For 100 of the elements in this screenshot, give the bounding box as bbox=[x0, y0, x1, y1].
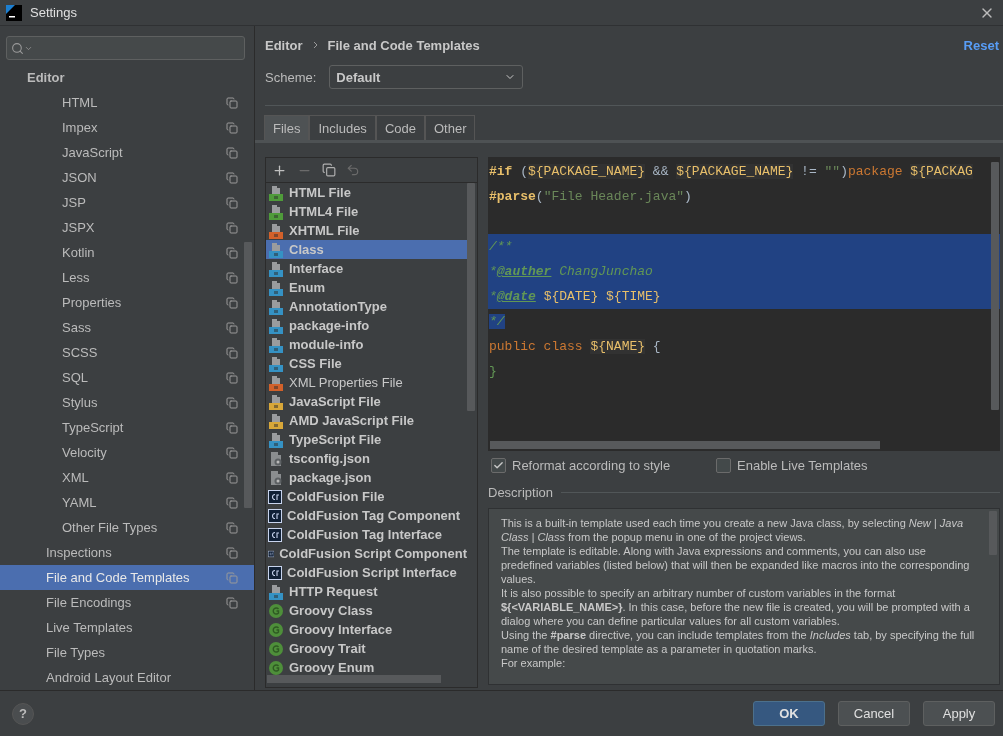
groovy-icon bbox=[268, 621, 284, 638]
template-item[interactable]: HTTP Request bbox=[266, 582, 467, 601]
tab[interactable]: Other bbox=[424, 115, 476, 140]
file-icon bbox=[268, 260, 284, 277]
json-file-icon bbox=[268, 450, 284, 467]
breadcrumb-item[interactable]: Editor bbox=[265, 37, 303, 53]
file-icon bbox=[268, 374, 284, 391]
sidebar-item[interactable]: File and Code Templates bbox=[0, 565, 254, 590]
sidebar-item[interactable]: YAML bbox=[0, 490, 254, 515]
template-item[interactable]: JavaScript File bbox=[266, 392, 467, 411]
template-item[interactable]: ColdFusion Tag Interface bbox=[266, 525, 467, 544]
sidebar-item[interactable]: Other File Types bbox=[0, 515, 254, 540]
template-item[interactable]: Enum bbox=[266, 278, 467, 297]
template-item[interactable]: XHTML File bbox=[266, 221, 467, 240]
file-icon bbox=[268, 203, 284, 220]
dialog-button[interactable]: Apply bbox=[923, 701, 995, 726]
template-item[interactable]: HTML4 File bbox=[266, 202, 467, 221]
chevron-right-icon bbox=[312, 41, 318, 49]
template-item[interactable]: HTML File bbox=[266, 183, 467, 202]
sidebar-item[interactable]: Velocity bbox=[0, 440, 254, 465]
file-icon bbox=[268, 279, 284, 296]
groovy-icon bbox=[268, 659, 284, 676]
template-item[interactable]: tsconfig.json bbox=[266, 449, 467, 468]
template-item[interactable]: AnnotationType bbox=[266, 297, 467, 316]
help-button[interactable]: ? bbox=[12, 702, 34, 725]
template-item[interactable]: module-info bbox=[266, 335, 467, 354]
sidebar-item[interactable]: Impex bbox=[0, 115, 254, 140]
description-text: It is also possible to specify an arbitrary number of custom variables in the format ${<VARIABLE_NAME>}. In this case, before the new file is created, you will be prompted with a dialog where you can define particular values for all custom variables. bbox=[501, 586, 971, 628]
dialog-button[interactable]: Cancel bbox=[838, 701, 910, 726]
template-item[interactable]: Groovy Enum bbox=[266, 658, 467, 677]
sidebar-item[interactable]: HTML bbox=[0, 90, 254, 115]
file-icon bbox=[268, 393, 284, 410]
template-item[interactable]: Groovy Trait bbox=[266, 639, 467, 658]
sidebar-item[interactable]: Less bbox=[0, 265, 254, 290]
description-text: The template is editable. Along with Java expressions and comments, you can also use predefined variables (listed below) that will then be expanded like macros into the corresponding values. bbox=[501, 544, 971, 586]
checkbox[interactable] bbox=[491, 457, 506, 473]
sidebar-item[interactable]: Android Layout Editor bbox=[0, 665, 254, 690]
sidebar-item[interactable]: Editor bbox=[0, 65, 254, 90]
scrollbar-thumb[interactable] bbox=[490, 441, 880, 449]
reset-link[interactable]: Reset bbox=[963, 37, 999, 53]
file-icon bbox=[268, 241, 284, 258]
sidebar-item[interactable]: XML bbox=[0, 465, 254, 490]
tab[interactable]: Files bbox=[264, 115, 310, 140]
checkbox-label: Reformat according to style bbox=[512, 457, 671, 473]
coldfusion-icon bbox=[268, 508, 282, 523]
file-icon bbox=[268, 336, 284, 353]
code-line: public class ${NAME} { bbox=[488, 338, 662, 356]
sidebar-item[interactable]: SQL bbox=[0, 365, 254, 390]
tab[interactable]: Includes bbox=[309, 115, 376, 140]
dialog-button[interactable]: OK bbox=[753, 701, 825, 726]
sidebar-item[interactable]: TypeScript bbox=[0, 415, 254, 440]
template-item[interactable]: Groovy Class bbox=[266, 601, 467, 620]
code-editor[interactable]: #if (${PACKAGE_NAME} && ${PACKAGE_NAME} != "")package ${PACKAG #parse("File Header.java") /** *@auther ChangJunchao *@date ${DATE} ${TIME} */ public class ${NAME} { } bbox=[488, 157, 1000, 451]
coldfusion-icon bbox=[268, 565, 282, 580]
file-icon bbox=[268, 222, 284, 239]
checkbox[interactable] bbox=[716, 457, 731, 473]
sidebar-item[interactable]: JSON bbox=[0, 165, 254, 190]
template-item[interactable]: TypeScript File bbox=[266, 430, 467, 449]
search-field[interactable] bbox=[6, 36, 245, 60]
sidebar-item[interactable]: File Encodings bbox=[0, 590, 254, 615]
tab[interactable]: Code bbox=[375, 115, 425, 140]
groovy-icon bbox=[268, 640, 284, 657]
scrollbar-thumb[interactable] bbox=[244, 242, 252, 508]
template-item[interactable]: Groovy Interface bbox=[266, 620, 467, 639]
window-title: Settings bbox=[30, 5, 78, 20]
add-icon[interactable] bbox=[272, 162, 287, 178]
template-item[interactable]: ColdFusion Script Component bbox=[266, 544, 467, 563]
template-item[interactable]: AMD JavaScript File bbox=[266, 411, 467, 430]
sidebar-item[interactable]: JSPX bbox=[0, 215, 254, 240]
undo-icon[interactable] bbox=[346, 163, 360, 177]
sidebar-item[interactable]: File Types bbox=[0, 640, 254, 665]
copy-icon[interactable] bbox=[322, 163, 336, 177]
sidebar-item[interactable]: SCSS bbox=[0, 340, 254, 365]
sidebar-item[interactable]: Inspections bbox=[0, 540, 254, 565]
sidebar-item[interactable]: JSP bbox=[0, 190, 254, 215]
scrollbar-thumb[interactable] bbox=[267, 675, 441, 683]
template-item[interactable]: package-info bbox=[266, 316, 467, 335]
coldfusion-icon bbox=[268, 527, 282, 542]
template-item[interactable]: ColdFusion Script Interface bbox=[266, 563, 467, 582]
template-item[interactable]: ColdFusion File bbox=[266, 487, 467, 506]
sidebar-item[interactable]: Live Templates bbox=[0, 615, 254, 640]
template-item[interactable]: Class bbox=[266, 240, 467, 259]
sidebar-item[interactable]: Kotlin bbox=[0, 240, 254, 265]
code-line: #parse("File Header.java") bbox=[488, 188, 693, 206]
sidebar-item[interactable]: Stylus bbox=[0, 390, 254, 415]
coldfusion-icon bbox=[268, 489, 282, 504]
scrollbar-thumb[interactable] bbox=[991, 162, 999, 410]
template-item[interactable]: Interface bbox=[266, 259, 467, 278]
sidebar-item[interactable]: Properties bbox=[0, 290, 254, 315]
template-item[interactable]: ColdFusion Tag Component bbox=[266, 506, 467, 525]
sidebar-item[interactable]: Sass bbox=[0, 315, 254, 340]
description-text: For example: bbox=[501, 656, 567, 670]
description-text: Using the #parse directive, you can include templates from the Includes tab, by specifying the full name of the desired template as a parameter in quotation marks. bbox=[501, 628, 976, 656]
scheme-dropdown[interactable]: Default bbox=[329, 65, 524, 89]
template-item[interactable]: package.json bbox=[266, 468, 467, 487]
sidebar-item[interactable]: JavaScript bbox=[0, 140, 254, 165]
template-item[interactable]: XML Properties File bbox=[266, 373, 467, 392]
file-icon bbox=[268, 583, 284, 600]
template-item[interactable]: CSS File bbox=[266, 354, 467, 373]
scrollbar-thumb[interactable] bbox=[467, 183, 475, 411]
